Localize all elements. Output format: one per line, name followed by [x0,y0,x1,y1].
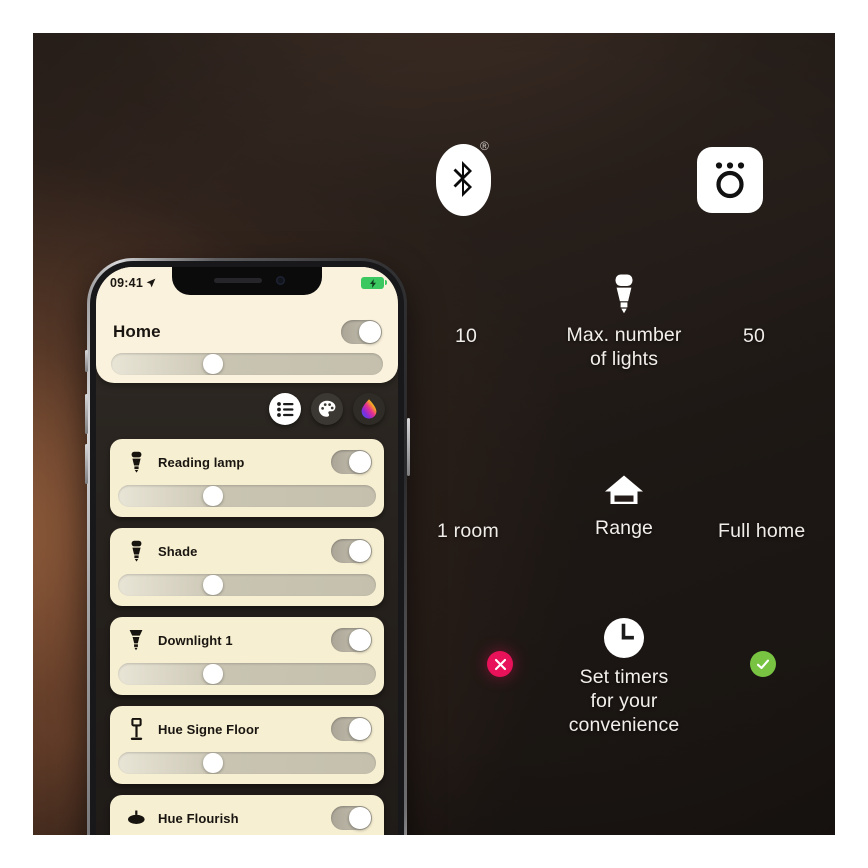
row-label-line-3: convenience [568,714,680,736]
row-right-value-range: Full home [718,520,806,542]
house-icon [605,475,643,504]
slider-knob[interactable] [203,575,223,595]
pendant-lamp-icon [123,810,149,826]
floor-lamp-glyph [130,717,142,740]
light-card[interactable]: Hue Flourish [110,795,384,835]
front-camera [276,276,285,285]
light-name: Hue Signe Floor [158,721,260,737]
bulb-icon [123,540,149,562]
slider-knob[interactable] [203,354,223,374]
status-time: 09:41 [110,276,143,290]
bulb-icon [123,451,149,473]
light-name: Reading lamp [158,454,245,470]
badge-cross [487,651,513,677]
volume-up-button[interactable] [84,394,88,434]
row-left-value-range: 1 room [437,520,499,542]
palette-icon [318,400,336,417]
toggle-knob [349,807,371,829]
slider-knob[interactable] [203,486,223,506]
light-card[interactable]: Hue Signe Floor [110,706,384,784]
row-left-value-lights: 10 [455,325,478,347]
slider-knob[interactable] [203,664,223,684]
floor-lamp-icon [123,717,149,741]
home-master-toggle[interactable] [341,320,382,344]
toggle-knob [349,451,371,473]
home-brightness-slider[interactable] [111,353,383,375]
view-tab-bar [269,393,385,425]
row-label-line-2: for your [590,690,658,712]
page-title: Home [113,322,161,341]
top-icon-row: ® [33,125,835,225]
location-arrow-icon [146,278,156,288]
phone-mockup: Home 09:41 Reading lamp Shade Downlight … [73,252,421,835]
light-name: Hue Flourish [158,810,239,826]
pendant-glyph [127,810,145,824]
light-toggle[interactable] [331,628,372,652]
toggle-knob [349,540,371,562]
light-toggle[interactable] [331,806,372,830]
slider-knob[interactable] [203,753,223,773]
row-label-range: Range [595,516,653,540]
row-label-line-1: Set timers [579,666,669,688]
row-label-timers: Set timers for your convenience [569,665,680,737]
comparison-table: Max. number of lights 10 50 Range 1 room… [413,273,835,736]
power-button[interactable] [406,418,410,476]
phone-screen: Home 09:41 Reading lamp Shade Downlight … [96,267,398,835]
lightbulb-icon [615,274,633,314]
badge-check [750,651,776,677]
tab-scenes[interactable] [311,393,343,425]
tab-list[interactable] [269,393,301,425]
light-card[interactable]: Downlight 1 [110,617,384,695]
bridge-glyph [715,162,745,199]
bulb-glyph [131,540,141,562]
hue-bridge-icon [697,147,763,213]
phone-notch [172,267,322,295]
lights-list: Reading lamp Shade Downlight 1 Hue Signe… [110,439,384,835]
row-label-line-1: Max. number [566,324,682,346]
bulb-glyph [131,451,141,473]
tab-color[interactable] [353,393,385,425]
light-name: Downlight 1 [158,632,233,648]
check-icon [756,659,770,669]
light-brightness-slider[interactable] [118,663,376,685]
status-time-group: 09:41 [110,276,156,290]
charging-bolt-icon [369,278,376,288]
light-brightness-slider[interactable] [118,485,376,507]
row-label-lights: Max. number of lights [567,323,682,371]
list-icon [276,401,293,417]
spot-glyph [129,630,143,651]
toggle-knob [349,629,371,651]
registered-trademark-mark: ® [480,139,489,153]
silent-switch[interactable] [84,350,88,372]
bluetooth-logo [436,144,491,216]
light-card[interactable]: Shade [110,528,384,606]
battery-charging-icon [361,277,387,289]
light-card[interactable]: Reading lamp [110,439,384,517]
toggle-knob [349,718,371,740]
row-label-line-2: of lights [589,348,659,370]
light-brightness-slider[interactable] [118,574,376,596]
light-brightness-slider[interactable] [118,752,376,774]
light-name: Shade [158,543,198,559]
spot-bulb-icon [123,629,149,651]
row-right-value-lights: 50 [743,325,766,347]
row-label-line-1: Range [595,517,653,539]
comparison-row-timers: Set timers for your convenience [413,275,835,736]
light-toggle[interactable] [331,717,372,741]
close-icon [494,658,506,670]
light-toggle[interactable] [331,539,372,563]
earpiece-speaker [214,278,262,283]
poster-canvas: ® Max. number of lights 10 50 Range 1 ro… [33,33,835,835]
bluetooth-icon [453,161,472,197]
clock-icon [604,618,644,658]
volume-down-button[interactable] [84,444,88,484]
light-toggle[interactable] [331,450,372,474]
toggle-knob [359,321,381,343]
color-droplet-icon [361,399,377,419]
